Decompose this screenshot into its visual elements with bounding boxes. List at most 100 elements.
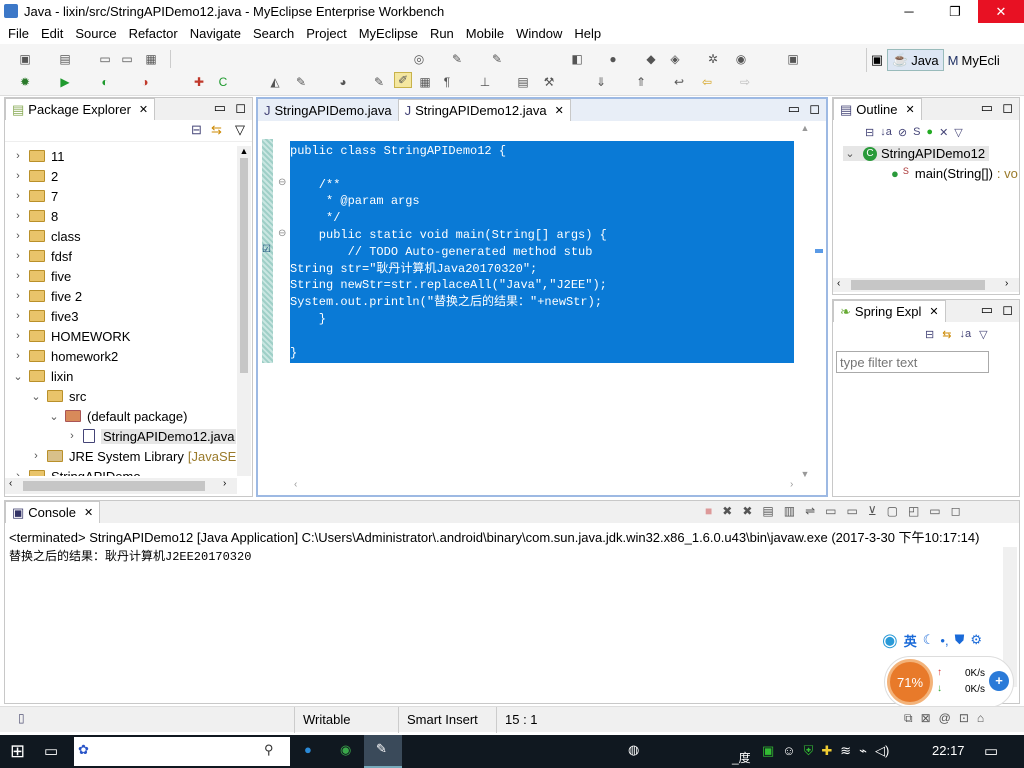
- chevron-right-icon[interactable]: ›: [29, 450, 43, 462]
- tray-icon-1[interactable]: ⧉: [904, 711, 913, 726]
- horizontal-scrollbar[interactable]: ‹ ›: [5, 478, 237, 494]
- 360-browser-icon[interactable]: ◉: [340, 742, 351, 758]
- tree-item[interactable]: ⌄ (default package): [5, 406, 187, 426]
- hide-local-types-icon[interactable]: ✕: [939, 126, 948, 139]
- chevron-right-icon[interactable]: ›: [11, 290, 25, 302]
- forward-icon[interactable]: ⇨: [736, 74, 754, 90]
- open-console-icon[interactable]: ◰: [908, 504, 919, 518]
- maximize-editor-icon[interactable]: ◻: [809, 101, 820, 117]
- tree-item[interactable]: › five: [5, 266, 71, 286]
- debug-icon[interactable]: ✹: [16, 74, 34, 90]
- collapse-all-icon[interactable]: ⊟: [925, 328, 934, 341]
- code-editor[interactable]: public class StringAPIDemo12 { /** * @pa…: [290, 141, 794, 363]
- web-icon[interactable]: ●: [604, 51, 622, 67]
- terminate-icon[interactable]: ■: [705, 504, 712, 518]
- tree-item[interactable]: › HOMEWORK: [5, 326, 130, 346]
- tool-icon[interactable]: ◆: [642, 51, 660, 67]
- show-stdout-icon[interactable]: ▭: [825, 504, 836, 518]
- hide-fields-icon[interactable]: ⊘: [898, 126, 907, 139]
- chevron-down-icon[interactable]: ⌄: [843, 147, 857, 160]
- myeclipse-taskbar-icon[interactable]: ✎: [364, 735, 402, 768]
- display-console-icon[interactable]: ▢: [887, 504, 898, 518]
- close-button[interactable]: ✕: [978, 0, 1024, 23]
- cpu-gauge[interactable]: 71%: [887, 659, 933, 705]
- tree-item[interactable]: › StringAPIDemo12.java: [5, 426, 236, 446]
- tray-icon-5[interactable]: ⌂: [977, 711, 984, 726]
- highlight-icon[interactable]: ✐: [394, 72, 412, 88]
- spring-filter-input[interactable]: [836, 351, 989, 373]
- tab-outline[interactable]: ▤ Outline ✕: [833, 98, 922, 120]
- taskbar-search-box[interactable]: ✿ ⚲: [74, 737, 290, 766]
- tray-user-icon[interactable]: ☺: [782, 743, 795, 759]
- maximize-button[interactable]: ❐: [932, 0, 978, 23]
- punctuation-icon[interactable]: •,: [940, 633, 948, 648]
- remove-all-icon[interactable]: ✖: [742, 504, 752, 518]
- tab-stringapidemo[interactable]: J StringAPIDemo.java: [258, 99, 398, 121]
- chevron-down-icon[interactable]: ⌄: [29, 390, 43, 403]
- ime-mascot-icon[interactable]: ◉: [882, 630, 898, 651]
- chevron-right-icon[interactable]: ›: [11, 170, 25, 182]
- minimize-view-icon[interactable]: ▭: [981, 100, 993, 116]
- menu-navigate[interactable]: Navigate: [184, 26, 247, 41]
- chevron-right-icon[interactable]: ›: [11, 190, 25, 202]
- tray-plus-icon[interactable]: ✚: [821, 743, 832, 759]
- hide-static-icon[interactable]: S: [913, 126, 920, 138]
- prev-annotation-icon[interactable]: ⇑: [632, 74, 650, 90]
- open-resource-icon[interactable]: ✎: [292, 74, 310, 90]
- chevron-down-icon[interactable]: ⌄: [11, 370, 25, 383]
- show-whitespace-icon[interactable]: ¶: [438, 74, 456, 90]
- minimize-button[interactable]: ─: [886, 0, 932, 23]
- deploy-icon[interactable]: ✎: [448, 51, 466, 67]
- clock[interactable]: 22:17: [932, 743, 965, 758]
- show-stderr-icon[interactable]: ▭: [846, 504, 857, 518]
- new-wizard-icon[interactable]: ▤: [56, 51, 74, 67]
- close-icon[interactable]: ✕: [929, 305, 938, 318]
- wifi-icon[interactable]: ≋: [840, 743, 851, 759]
- close-icon[interactable]: ✕: [139, 103, 148, 116]
- menu-window[interactable]: Window: [510, 26, 568, 41]
- tray-green-icon[interactable]: ▣: [762, 743, 774, 759]
- scroll-lock-icon[interactable]: ▥: [784, 504, 795, 518]
- external-tools-icon[interactable]: ◑: [136, 74, 154, 90]
- settings-gear-icon[interactable]: ⚙: [970, 632, 982, 648]
- menu-help[interactable]: Help: [568, 26, 607, 41]
- fold-icon[interactable]: ⊖: [278, 228, 286, 239]
- tab-spring-explorer[interactable]: ❧ Spring Expl ✕: [833, 300, 946, 322]
- new-package-icon[interactable]: ✚: [190, 74, 208, 90]
- tree-item[interactable]: ⌄ lixin: [5, 366, 73, 386]
- menu-source[interactable]: Source: [69, 26, 122, 41]
- open-perspective-icon[interactable]: ▣: [867, 52, 887, 68]
- menu-refactor[interactable]: Refactor: [123, 26, 184, 41]
- globe-icon[interactable]: ◎: [410, 51, 428, 67]
- perspective-myeclipse[interactable]: M MyEcli: [944, 51, 1004, 70]
- database-icon[interactable]: ◉: [732, 51, 750, 67]
- editor-horizontal-scrollbar[interactable]: ‹ ›: [290, 479, 800, 493]
- outline-class-item[interactable]: ⌄ C StringAPIDemo12: [843, 146, 990, 161]
- clear-console-icon[interactable]: ▤: [762, 504, 773, 518]
- tree-item[interactable]: › five3: [5, 306, 78, 326]
- chevron-right-icon[interactable]: ›: [65, 430, 79, 442]
- maximize-view-icon[interactable]: ◻: [1002, 302, 1013, 318]
- chevron-right-icon[interactable]: ›: [11, 350, 25, 362]
- menu-file[interactable]: File: [2, 26, 35, 41]
- collapse-all-icon[interactable]: ⊟: [191, 122, 202, 138]
- tray-icon-3[interactable]: @: [939, 711, 951, 726]
- shirt-icon[interactable]: ⛊: [955, 632, 965, 648]
- hammer-icon[interactable]: ⚒: [540, 74, 558, 90]
- chevron-right-icon[interactable]: ›: [11, 230, 25, 242]
- minimize-view-icon[interactable]: ▭: [214, 100, 226, 116]
- chevron-right-icon[interactable]: ›: [11, 270, 25, 282]
- tray-icon-4[interactable]: ⊡: [959, 711, 969, 726]
- open-type-icon[interactable]: ◭: [266, 74, 284, 90]
- minimize-view-icon[interactable]: ▭: [981, 302, 993, 318]
- maximize-view-icon[interactable]: ◻: [235, 100, 246, 116]
- close-icon[interactable]: ✕: [84, 506, 93, 519]
- save-icon[interactable]: ▭: [96, 51, 114, 67]
- tree-item[interactable]: › 11: [5, 146, 64, 166]
- tray-shield-icon[interactable]: ⛨: [804, 743, 814, 759]
- chevron-right-icon[interactable]: ›: [11, 310, 25, 322]
- view-menu-icon[interactable]: ▽: [979, 328, 987, 341]
- word-wrap-icon[interactable]: ⇌: [805, 504, 815, 518]
- view-menu-icon[interactable]: ▽: [954, 126, 962, 139]
- perspective-java[interactable]: ☕ Java: [887, 49, 944, 71]
